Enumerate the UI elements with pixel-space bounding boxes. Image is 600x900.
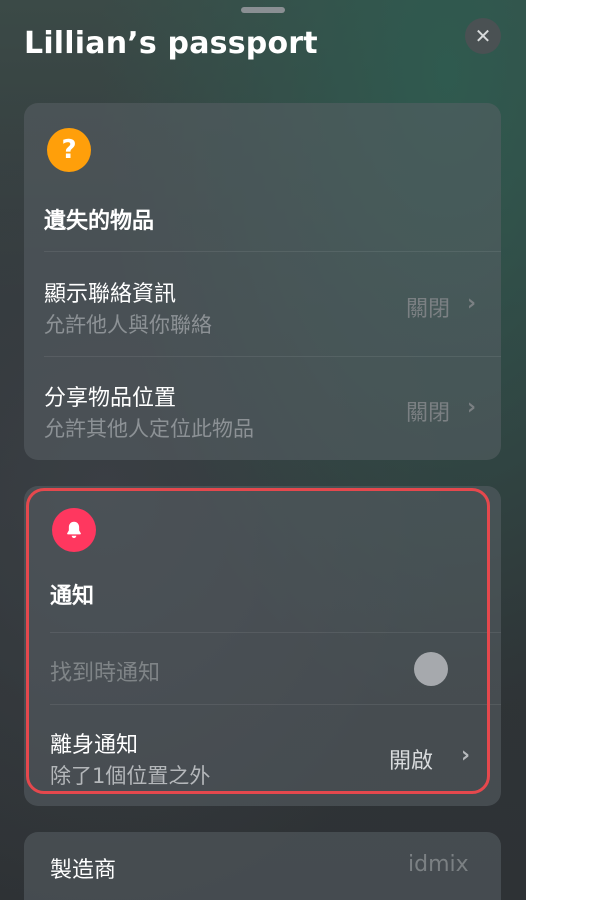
chevron-right-icon: › xyxy=(461,743,471,768)
show-contact-info-value: 關閉 xyxy=(406,297,451,322)
close-icon: ✕ xyxy=(474,24,492,48)
manufacturer-label: 製造商 xyxy=(50,858,117,883)
bell-icon-svg xyxy=(67,521,81,539)
manufacturer-value: idmix xyxy=(408,852,469,877)
item-info-card: 製造商 idmix xyxy=(24,832,501,900)
close-button[interactable]: ✕ xyxy=(465,18,501,54)
notify-when-found-row: 找到時通知 xyxy=(50,632,501,705)
notifications-title: 通知 xyxy=(50,584,95,609)
show-contact-info-label: 顯示聯絡資訊 xyxy=(44,282,177,307)
share-item-location-value: 關閉 xyxy=(406,401,451,426)
notify-when-left-behind-label: 離身通知 xyxy=(50,733,139,758)
notify-when-found-label: 找到時通知 xyxy=(50,661,161,686)
notifications-card: 通知 找到時通知 離身通知 除了1個位置之外 開啟 › xyxy=(24,486,501,806)
question-mark-icon: ? xyxy=(47,128,91,172)
share-item-location-label: 分享物品位置 xyxy=(44,386,177,411)
notify-when-left-behind-value: 開啟 xyxy=(389,749,434,774)
item-detail-sheet: Lillian’s passport ✕ ? 遺失的物品 顯示聯絡資訊 允許他人… xyxy=(0,0,526,900)
question-glyph: ? xyxy=(61,135,77,165)
chevron-right-icon: › xyxy=(467,395,477,420)
share-item-location-sublabel: 允許其他人定位此物品 xyxy=(44,417,254,441)
show-contact-info-row[interactable]: 顯示聯絡資訊 允許他人與你聯絡 關閉 › xyxy=(44,251,501,356)
notify-when-left-behind-sublabel: 除了1個位置之外 xyxy=(50,764,211,788)
chevron-right-icon: › xyxy=(467,291,477,316)
page-title: Lillian’s passport xyxy=(24,26,318,61)
notify-when-found-toggle[interactable] xyxy=(414,652,448,686)
notify-when-left-behind-row[interactable]: 離身通知 除了1個位置之外 開啟 › xyxy=(50,704,501,807)
lost-items-title: 遺失的物品 xyxy=(44,209,155,234)
show-contact-info-sublabel: 允許他人與你聯絡 xyxy=(44,313,212,337)
bell-icon xyxy=(52,508,96,552)
lost-items-card: ? 遺失的物品 顯示聯絡資訊 允許他人與你聯絡 關閉 › 分享物品位置 允許其他… xyxy=(24,103,501,460)
sheet-grabber-handle[interactable] xyxy=(241,7,285,13)
share-item-location-row[interactable]: 分享物品位置 允許其他人定位此物品 關閉 › xyxy=(44,356,501,461)
